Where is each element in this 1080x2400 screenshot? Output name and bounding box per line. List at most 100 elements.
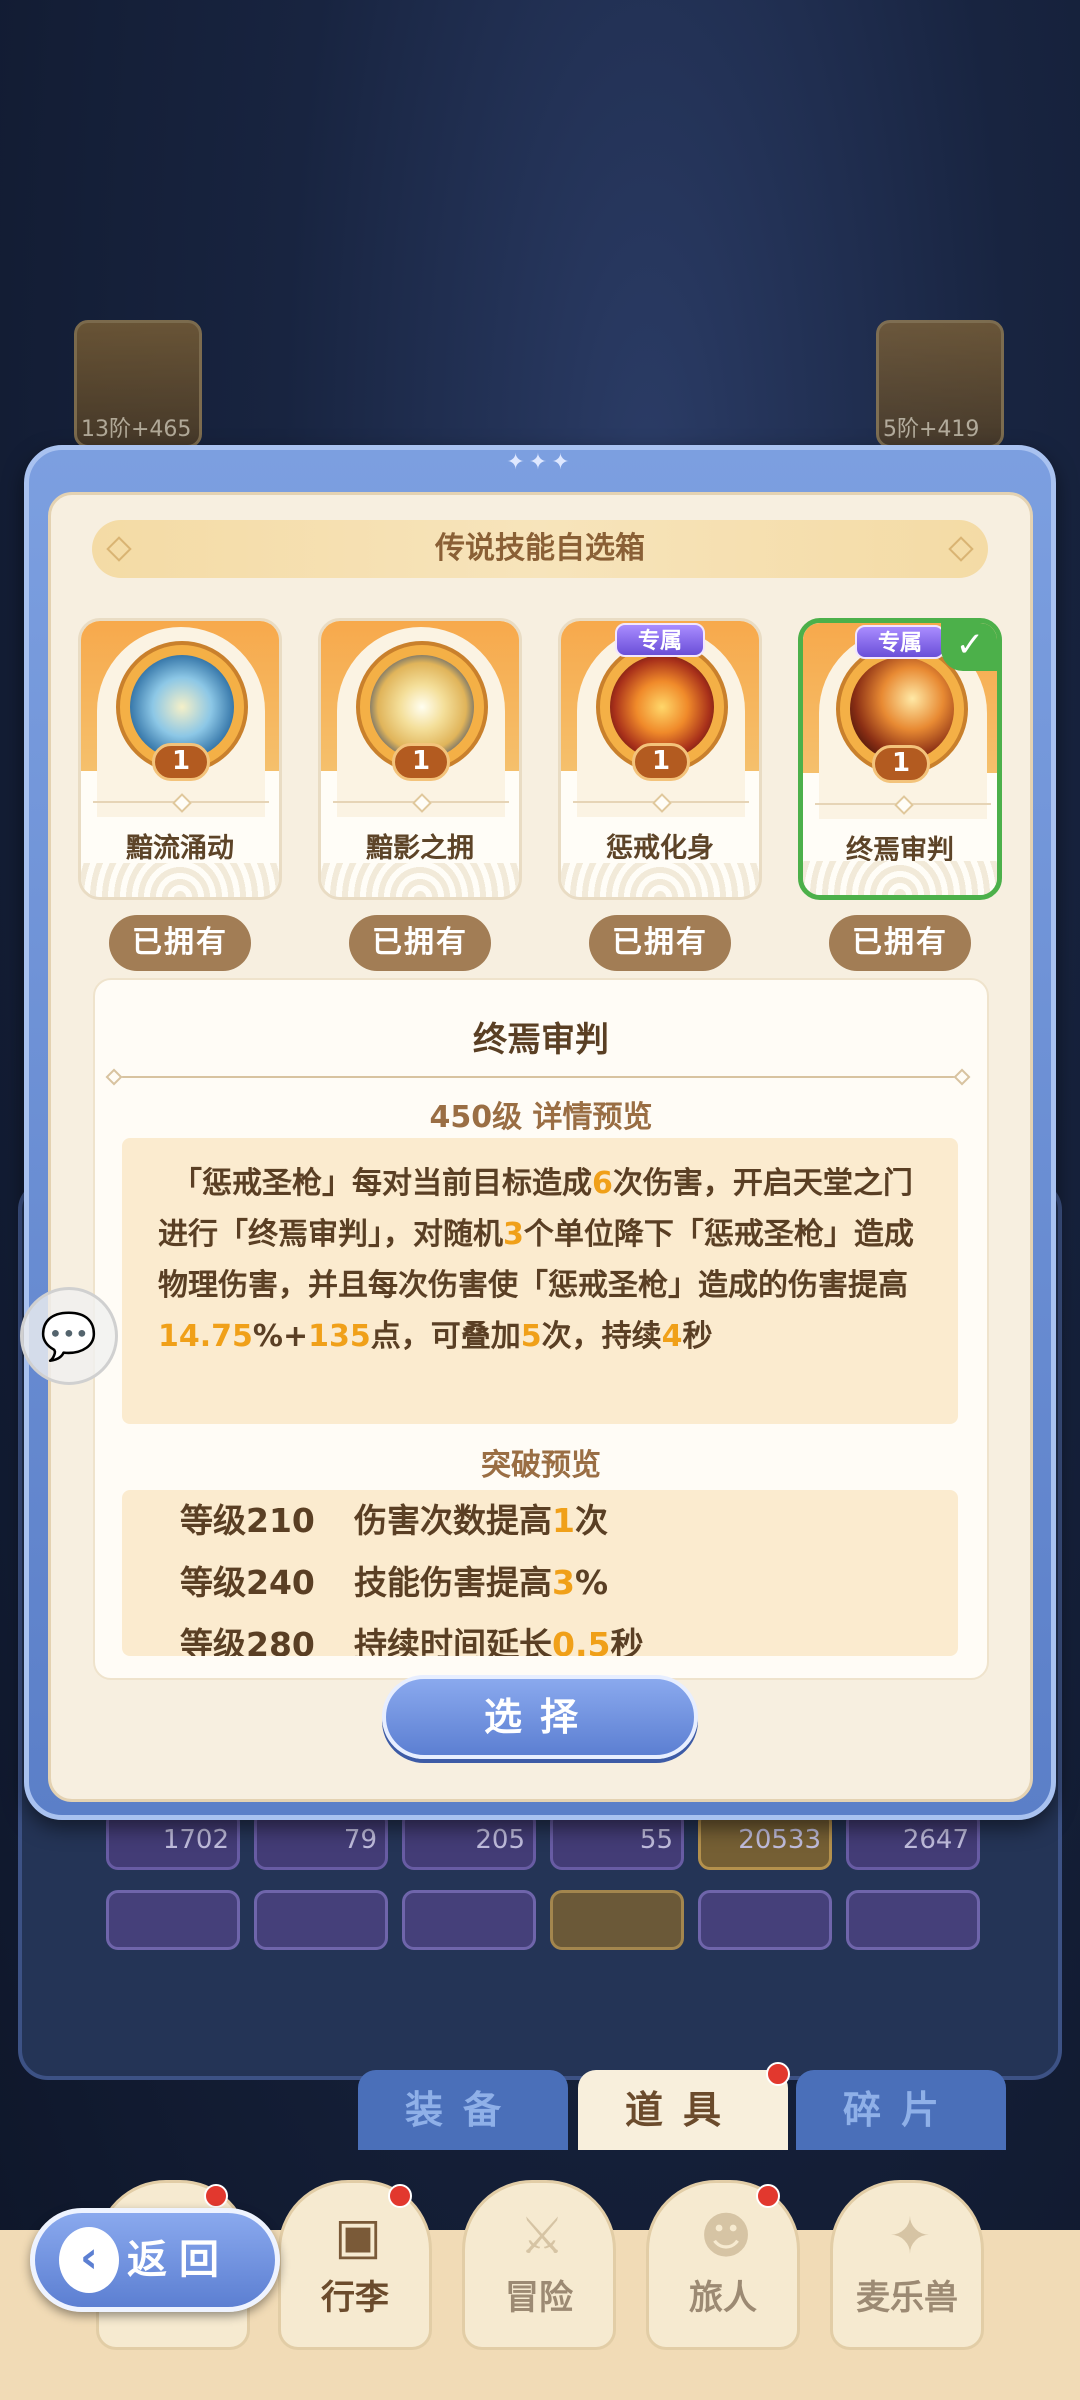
detail-skill-name: 终焉审判 bbox=[473, 1020, 609, 1060]
breakthrough-level: 等级210 bbox=[180, 1501, 315, 1540]
background-equipment-icon: 13阶+465 bbox=[74, 320, 202, 448]
breakthrough-level: 等级280 bbox=[180, 1625, 315, 1656]
nav-label: 行李 bbox=[321, 2278, 389, 2318]
desc-value: 5 bbox=[520, 1319, 542, 1354]
card-divider bbox=[93, 801, 269, 803]
desc-text: 秒 bbox=[682, 1319, 713, 1354]
skill-name: 黯流涌动 bbox=[126, 833, 234, 864]
sparkle-decoration-icon: ✦✦✦ bbox=[506, 450, 574, 475]
nav-label: 旅人 bbox=[689, 2278, 757, 2318]
breakthrough-unit: % bbox=[574, 1563, 609, 1602]
skill-level-badge: 1 bbox=[392, 743, 450, 781]
skill-level-badge: 1 bbox=[872, 745, 930, 783]
exclusive-badge: 专属 bbox=[615, 623, 705, 657]
nav-traveler[interactable]: ☻ 旅人 bbox=[646, 2180, 800, 2350]
breakthrough-row: 等级210 伤害次数提高1次 bbox=[180, 1494, 608, 1542]
owned-badge: 已拥有 bbox=[589, 915, 731, 971]
tab-fragments[interactable]: 碎片 bbox=[796, 2070, 1006, 2150]
skill-card-1[interactable]: 1 黯流涌动 bbox=[78, 618, 282, 900]
desc-value: 14.75 bbox=[158, 1319, 253, 1354]
desc-value: 3 bbox=[503, 1217, 524, 1252]
inventory-item[interactable] bbox=[254, 1890, 388, 1950]
owned-badge: 已拥有 bbox=[349, 915, 491, 971]
equipment-tier-label: 13阶+465 bbox=[81, 417, 192, 442]
item-count: 20533 bbox=[738, 1825, 821, 1855]
item-count: 79 bbox=[343, 1825, 377, 1855]
desc-text: 次，持续 bbox=[541, 1319, 662, 1354]
desc-value: 6 bbox=[592, 1166, 613, 1201]
breakthrough-row: 等级280 持续时间延长0.5秒 bbox=[180, 1618, 643, 1656]
inventory-item[interactable] bbox=[846, 1890, 980, 1950]
select-button[interactable]: 选择 bbox=[382, 1675, 698, 1759]
inventory-item[interactable] bbox=[550, 1890, 684, 1950]
breakthrough-text: 持续时间延长 bbox=[354, 1625, 552, 1656]
desc-text: %+ bbox=[252, 1319, 309, 1354]
back-label: 返回 bbox=[127, 2237, 231, 2283]
breakthrough-unit: 秒 bbox=[610, 1625, 644, 1656]
breakthrough-text: 技能伤害提高 bbox=[354, 1563, 552, 1602]
back-arrow-icon: ‹ bbox=[59, 2227, 119, 2293]
owned-badge: 已拥有 bbox=[829, 915, 971, 971]
diamond-ornament-icon bbox=[106, 536, 132, 562]
character-portrait-icon: ☻ bbox=[699, 2207, 753, 2265]
desc-value: 135 bbox=[308, 1319, 371, 1354]
inventory-item[interactable] bbox=[402, 1890, 536, 1950]
inventory-item[interactable] bbox=[106, 1890, 240, 1950]
breakthrough-header: 突破预览 bbox=[481, 1448, 601, 1483]
skill-card-3[interactable]: 专属 1 惩戒化身 bbox=[558, 618, 762, 900]
card-wave-decoration bbox=[561, 863, 759, 897]
desc-value: 4 bbox=[661, 1319, 683, 1354]
breakthrough-level: 等级240 bbox=[180, 1563, 315, 1602]
inventory-item[interactable] bbox=[698, 1890, 832, 1950]
skill-name: 惩戒化身 bbox=[606, 833, 714, 864]
back-button[interactable]: ‹ 返回 bbox=[30, 2208, 280, 2312]
skill-name: 黯影之拥 bbox=[366, 833, 474, 864]
background-equipment-icon: 5阶+419 bbox=[876, 320, 1004, 448]
diamond-ornament-icon bbox=[948, 536, 974, 562]
exclusive-badge: 专属 bbox=[855, 625, 945, 659]
chat-bubble-icon[interactable]: 💬 bbox=[20, 1287, 118, 1385]
breakthrough-unit: 次 bbox=[574, 1501, 608, 1540]
card-wave-decoration bbox=[81, 863, 279, 897]
desc-text: 「惩戒圣枪」每对当前目标造成 bbox=[172, 1166, 592, 1201]
item-count: 2647 bbox=[902, 1825, 969, 1855]
breakthrough-text: 伤害次数提高 bbox=[354, 1501, 552, 1540]
skill-card-4[interactable]: 专属 ✓ 1 终焉审判 bbox=[798, 618, 1002, 900]
tab-label: 道具 bbox=[624, 2088, 741, 2132]
breakthrough-value: 0.5 bbox=[552, 1625, 611, 1656]
notification-dot bbox=[756, 2184, 780, 2208]
crossed-swords-icon: ⚔ bbox=[519, 2207, 565, 2265]
item-count: 205 bbox=[475, 1825, 525, 1855]
breakthrough-row: 等级240 技能伤害提高3% bbox=[180, 1556, 608, 1604]
card-wave-decoration bbox=[803, 861, 997, 895]
selected-check-icon: ✓ bbox=[941, 623, 997, 671]
nav-pet[interactable]: ✦ 麦乐兽 bbox=[830, 2180, 984, 2350]
nav-label: 麦乐兽 bbox=[856, 2278, 958, 2318]
breakthrough-value: 3 bbox=[552, 1563, 575, 1602]
preview-header: 450级 详情预览 bbox=[429, 1100, 653, 1135]
modal-title: 传说技能自选箱 bbox=[435, 531, 645, 566]
tab-items[interactable]: 道具 bbox=[578, 2070, 788, 2150]
fox-icon: ✦ bbox=[889, 2207, 931, 2265]
notification-dot bbox=[204, 2184, 228, 2208]
breakthrough-value: 1 bbox=[552, 1501, 575, 1540]
skill-description: 「惩戒圣枪」每对当前目标造成6次伤害，开启天堂之门进行「终焉审判」，对随机3个单… bbox=[122, 1138, 958, 1424]
notification-dot bbox=[388, 2184, 412, 2208]
modal-title-bar: 传说技能自选箱 bbox=[92, 520, 988, 578]
chest-icon: ▣ bbox=[334, 2207, 382, 2265]
owned-badge: 已拥有 bbox=[109, 915, 251, 971]
breakthrough-list[interactable]: 等级210 伤害次数提高1次 等级240 技能伤害提高3% 等级280 持续时间延长0… bbox=[122, 1490, 958, 1656]
skill-level-badge: 1 bbox=[152, 743, 210, 781]
nav-label: 冒险 bbox=[505, 2278, 573, 2318]
card-divider bbox=[815, 803, 991, 805]
skill-level-badge: 1 bbox=[632, 743, 690, 781]
nav-luggage[interactable]: ▣ 行李 bbox=[278, 2180, 432, 2350]
skill-card-2[interactable]: 1 黯影之拥 bbox=[318, 618, 522, 900]
card-wave-decoration bbox=[321, 863, 519, 897]
card-divider bbox=[573, 801, 749, 803]
tab-equipment[interactable]: 装备 bbox=[358, 2070, 568, 2150]
notification-dot bbox=[766, 2062, 790, 2086]
equipment-tier-label: 5阶+419 bbox=[883, 417, 980, 442]
nav-adventure[interactable]: ⚔ 冒险 bbox=[462, 2180, 616, 2350]
item-count: 1702 bbox=[162, 1825, 229, 1855]
